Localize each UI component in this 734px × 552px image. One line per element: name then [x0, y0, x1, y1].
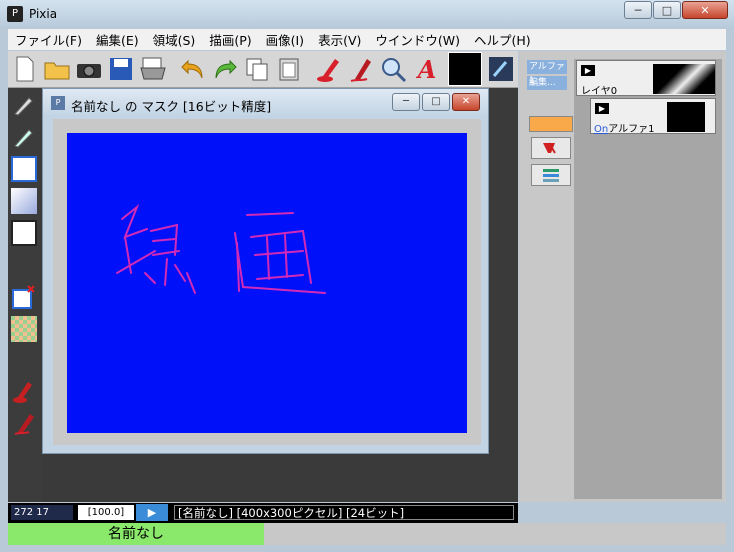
layer-name: アルファ1: [608, 124, 655, 135]
document-title: 名前なし の マスク [16ビット精度]: [71, 99, 272, 114]
main-toolbar: A: [8, 51, 518, 88]
left-toolbox: [8, 88, 42, 502]
copy-icon[interactable]: [242, 54, 272, 84]
window-controls: ─ □ ✕: [624, 1, 728, 19]
drawing-canvas[interactable]: [67, 133, 467, 433]
menu-help[interactable]: ヘルプ(H): [467, 30, 538, 49]
close-button[interactable]: ✕: [682, 1, 728, 19]
layer-row-1[interactable]: ▶ Onアルファ1: [590, 98, 716, 135]
document-title-bar[interactable]: P 名前なし の マスク [16ビット精度] ─ □ ✕: [43, 89, 488, 115]
save-icon[interactable]: [106, 54, 136, 84]
layer-name: レイヤ0: [581, 86, 618, 97]
document-tab-strip: 名前なし: [8, 523, 726, 545]
camera-icon[interactable]: [74, 54, 104, 84]
menu-region[interactable]: 領域(S): [146, 30, 203, 49]
layer-row-0[interactable]: ▶ レイヤ0: [576, 60, 716, 97]
layer-prefix: On: [594, 124, 609, 135]
document-maximize-button[interactable]: □: [422, 93, 450, 111]
play-icon[interactable]: ▶: [136, 504, 168, 521]
mdi-area: P 名前なし の マスク [16ビット精度] ─ □ ✕: [42, 88, 518, 502]
zoom-level[interactable]: [100.0]: [78, 505, 134, 520]
document-client-area: [53, 119, 481, 445]
image-info: [名前なし] [400x300ピクセル] [24ビット]: [174, 505, 514, 520]
pen-fill-icon[interactable]: [314, 54, 344, 84]
menu-bar: ファイル(F) 編集(E) 領域(S) 描画(P) 画像(I) 表示(V) ウイ…: [8, 29, 726, 50]
document-minimize-button[interactable]: ─: [392, 93, 420, 111]
zoom-icon[interactable]: [378, 54, 408, 84]
fill-bucket-icon[interactable]: [11, 378, 37, 404]
eraser-pen-icon[interactable]: [11, 410, 37, 436]
status-bar: 272 17 [100.0] ▶ [名前なし] [400x300ピクセル] [2…: [8, 503, 518, 523]
clear-selection-icon[interactable]: [11, 284, 37, 310]
menu-view[interactable]: 表示(V): [311, 30, 368, 49]
document-icon: P: [51, 96, 65, 110]
redo-icon[interactable]: [210, 54, 240, 84]
menu-window[interactable]: ウインドウ(W): [368, 30, 467, 49]
paste-icon[interactable]: [274, 54, 304, 84]
pen-icon[interactable]: [346, 54, 376, 84]
layer-color-swatch[interactable]: [529, 116, 573, 132]
document-close-button[interactable]: ✕: [452, 93, 480, 111]
app-title: Pixia: [29, 7, 58, 21]
alpha-tab[interactable]: アルファ1: [527, 60, 567, 86]
layer-panel-controls: アルファ1 編集...: [527, 60, 573, 92]
rectangle-icon[interactable]: [11, 156, 37, 182]
edit-tab[interactable]: 編集...: [527, 76, 567, 90]
minimize-button[interactable]: ─: [624, 1, 652, 19]
print-icon[interactable]: [138, 54, 168, 84]
color-picker-icon[interactable]: [486, 54, 516, 84]
pen-icon-left[interactable]: [11, 124, 37, 150]
undo-icon[interactable]: [178, 54, 208, 84]
layer-thumbnail: [667, 102, 705, 132]
layer-tool-icon[interactable]: [531, 137, 571, 159]
drawn-strokes: [116, 203, 326, 294]
text-icon[interactable]: A: [412, 54, 442, 84]
layer-label-group: Onアルファ1: [594, 120, 654, 135]
open-folder-icon[interactable]: [42, 54, 72, 84]
document-tab[interactable]: 名前なし: [8, 523, 264, 545]
maximize-button[interactable]: □: [653, 1, 681, 19]
menu-file[interactable]: ファイル(F): [8, 30, 89, 49]
document-window-controls: ─ □ ✕: [392, 93, 480, 111]
selection-rect-icon[interactable]: [11, 220, 37, 246]
new-file-icon[interactable]: [10, 54, 40, 84]
layer-list: ▶ レイヤ0 ▶ Onアルファ1: [574, 59, 722, 499]
layer-visibility-icon[interactable]: ▶: [581, 65, 595, 76]
layer-stack-icon[interactable]: [531, 164, 571, 186]
layer-visibility-icon[interactable]: ▶: [595, 103, 609, 114]
menu-draw[interactable]: 描画(P): [202, 30, 258, 49]
brush-icon[interactable]: [11, 92, 37, 118]
pattern-icon[interactable]: [11, 316, 37, 342]
pixia-app-window: P Pixia ─ □ ✕ ファイル(F) 編集(E) 領域(S) 描画(P) …: [0, 0, 734, 552]
app-icon: P: [7, 6, 23, 22]
document-window[interactable]: P 名前なし の マスク [16ビット精度] ─ □ ✕: [42, 88, 489, 454]
cursor-coords: 272 17: [11, 505, 73, 520]
menu-edit[interactable]: 編集(E): [89, 30, 146, 49]
gradient-icon[interactable]: [11, 188, 37, 214]
title-bar[interactable]: P Pixia ─ □ ✕: [0, 0, 734, 28]
layer-thumbnail: [653, 64, 715, 94]
layer-panel: アルファ1 編集... ▶ レイヤ0 ▶ Onアルファ1: [519, 51, 726, 502]
color-swatch-icon[interactable]: [448, 52, 482, 86]
menu-image[interactable]: 画像(I): [259, 30, 311, 49]
